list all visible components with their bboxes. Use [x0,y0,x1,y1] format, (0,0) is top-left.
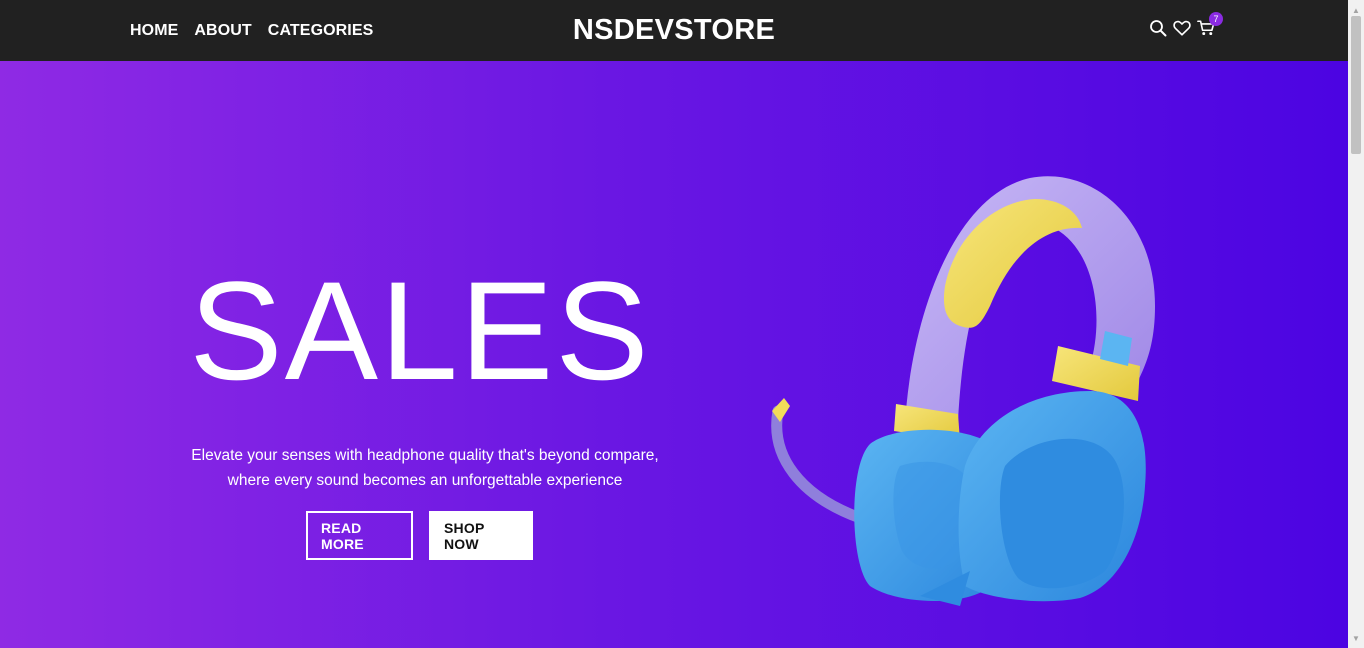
nav-about-link[interactable]: ABOUT [194,22,251,40]
nav-home-link[interactable]: HOME [130,22,178,40]
cart-icon[interactable]: 7 [1197,12,1223,38]
hero-banner: SALES Elevate your senses with headphone… [0,61,1348,648]
hero-description-line-2: where every sound becomes an unforgettab… [227,472,623,489]
nav-icons: 7 [1149,12,1223,38]
shop-now-button[interactable]: SHOP NOW [429,511,533,560]
nav-categories-link[interactable]: CATEGORIES [268,22,374,40]
headphones-image [771,176,1155,606]
read-more-button[interactable]: READ MORE [306,511,413,560]
scroll-down-icon[interactable]: ▼ [1348,630,1364,646]
scroll-thumb[interactable] [1351,16,1361,154]
brand-name: NSDEVSTORE [572,14,776,46]
nav-links: HOME ABOUT CATEGORIES [130,0,373,61]
navbar: HOME ABOUT CATEGORIES NSDEVSTORE 7 [0,0,1348,61]
hero-buttons: READ MORE SHOP NOW [306,511,533,560]
heart-icon[interactable] [1173,18,1191,38]
hero-title: SALES [189,252,651,409]
search-icon[interactable] [1149,18,1167,38]
hero-description-line-1: Elevate your senses with headphone quali… [191,447,659,464]
page-scrollbar[interactable]: ▲ ▼ [1348,0,1364,648]
hero-description: Elevate your senses with headphone quali… [120,443,730,493]
cart-count-badge: 7 [1209,12,1223,26]
